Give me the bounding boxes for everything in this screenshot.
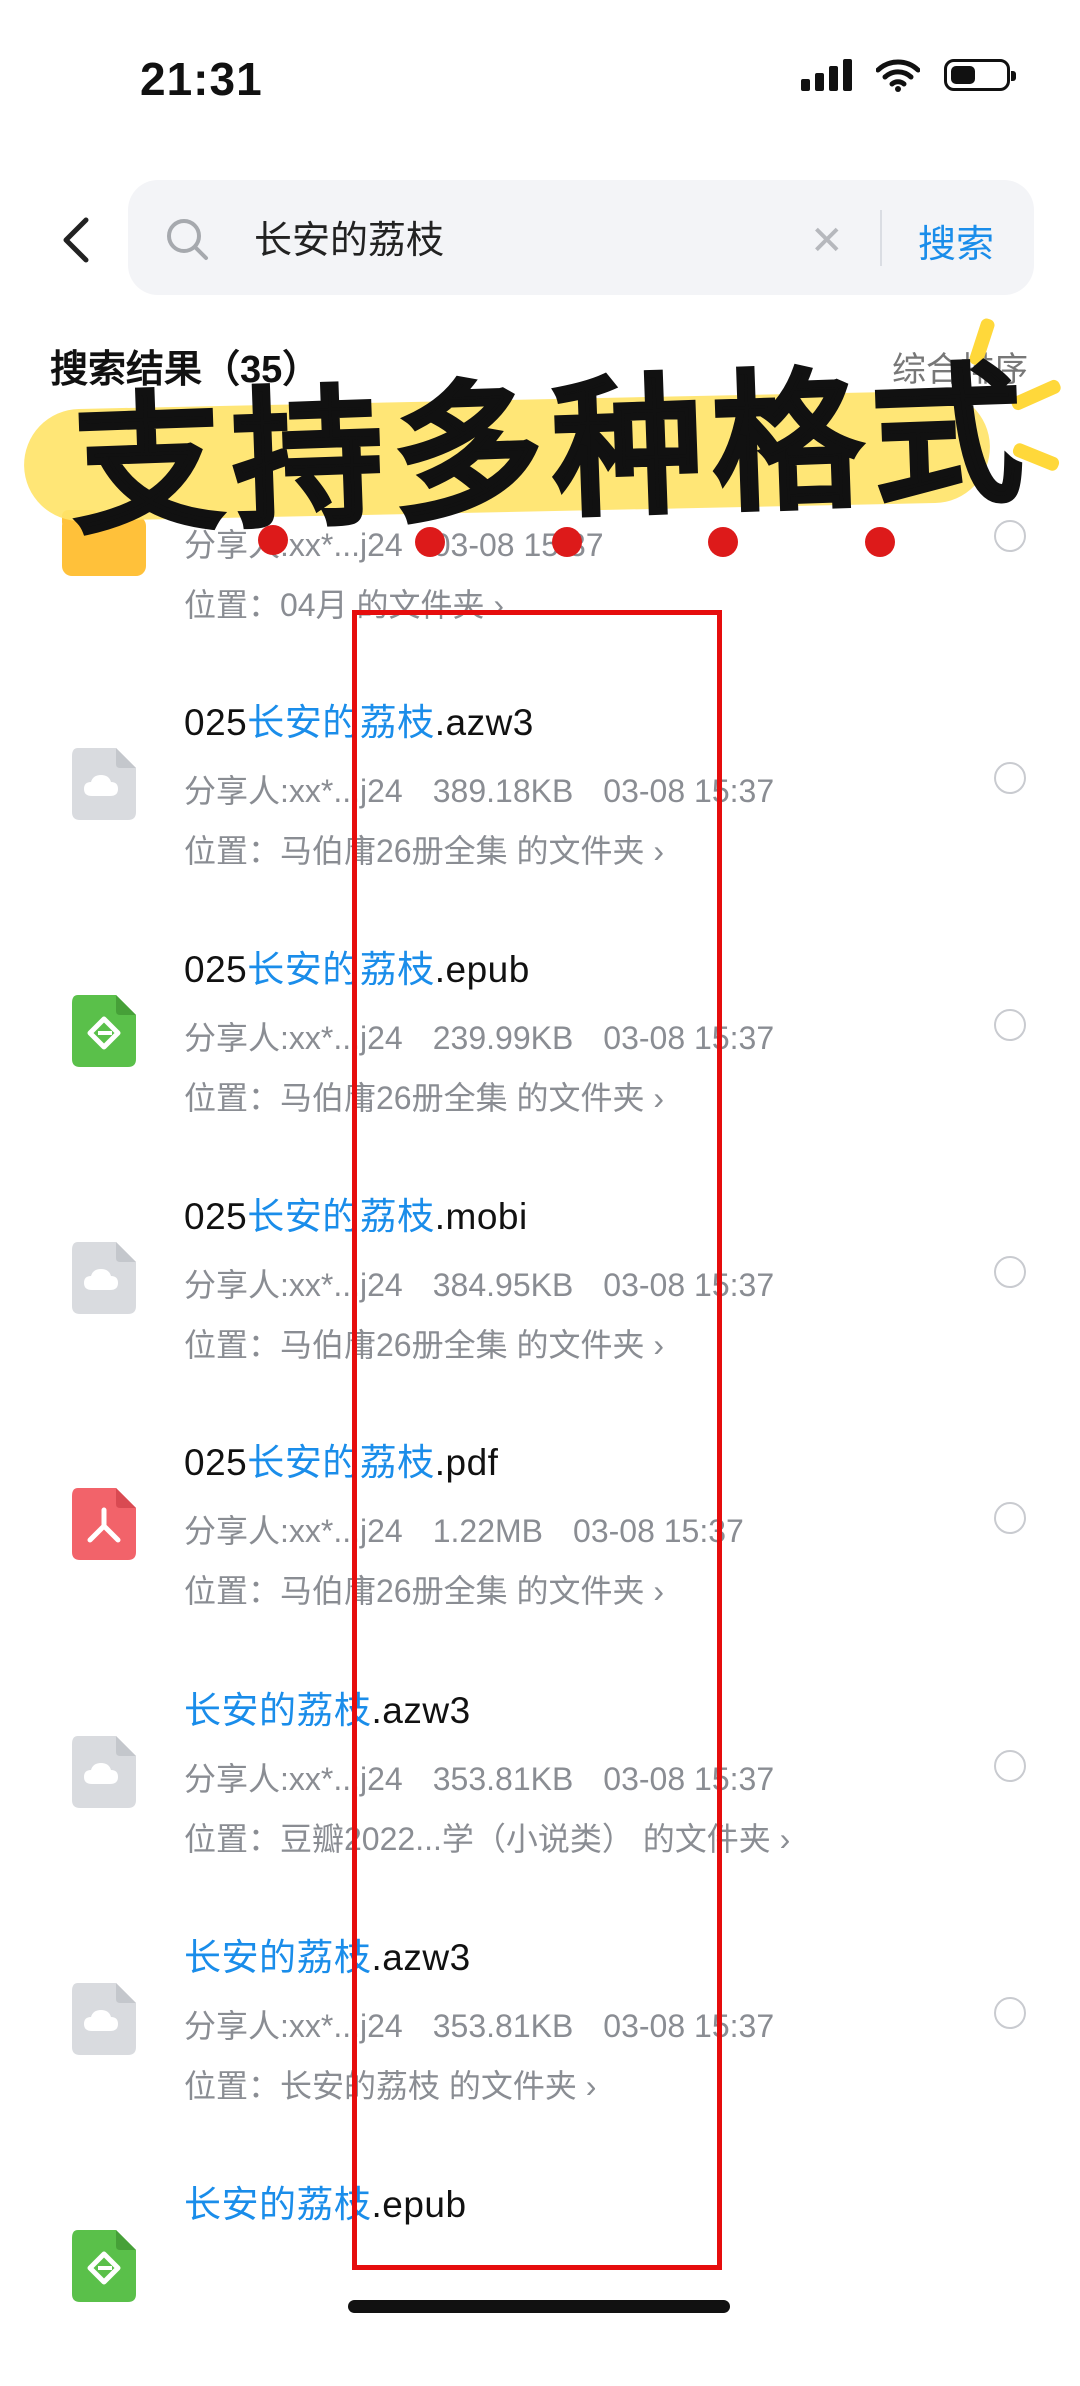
file-name-prefix: 025 [184, 702, 248, 743]
select-radio[interactable] [994, 1009, 1026, 1041]
select-radio[interactable] [994, 762, 1026, 794]
annotation-dot [865, 527, 895, 557]
select-radio[interactable] [994, 1997, 1026, 2029]
search-button[interactable]: 搜索 [918, 213, 994, 268]
file-name-prefix: 025 [184, 1442, 248, 1483]
annotation-dot [708, 527, 738, 557]
cloud-file-icon [72, 1983, 136, 2055]
search-input[interactable] [252, 214, 896, 259]
select-radio[interactable] [994, 1256, 1026, 1288]
status-time: 21:31 [140, 53, 263, 105]
search-bar: ✕ 搜索 [128, 180, 1034, 295]
search-divider [880, 210, 882, 266]
annotation-dot [552, 527, 582, 557]
cloud-file-icon [72, 1736, 136, 1808]
home-indicator[interactable] [348, 2300, 730, 2313]
select-radio[interactable] [994, 1750, 1026, 1782]
file-name-prefix: 025 [184, 1196, 248, 1237]
pdf-icon [72, 1488, 136, 1560]
epub-icon [72, 995, 136, 1067]
file-name-match: 长安的荔枝 [184, 1937, 372, 1978]
cloud-file-icon [72, 748, 136, 820]
status-icons [801, 58, 1016, 92]
clear-icon[interactable]: ✕ [810, 218, 844, 264]
epub-icon [72, 2230, 136, 2302]
annotation-box [352, 610, 722, 2270]
file-name-match: 长安的荔枝 [184, 2184, 372, 2225]
back-icon[interactable] [52, 210, 100, 270]
wifi-icon [876, 59, 920, 92]
annotation-dot [258, 525, 288, 555]
select-radio[interactable] [994, 1502, 1026, 1534]
search-icon [167, 219, 208, 260]
file-name-match: 长安的荔枝 [184, 1690, 372, 1731]
banner-title: 支持多种格式 [68, 347, 1037, 557]
cloud-file-icon [72, 1242, 136, 1314]
battery-icon [944, 59, 1016, 91]
annotation-dot [415, 527, 445, 557]
signal-icon [801, 59, 852, 91]
file-name-prefix: 025 [184, 949, 248, 990]
